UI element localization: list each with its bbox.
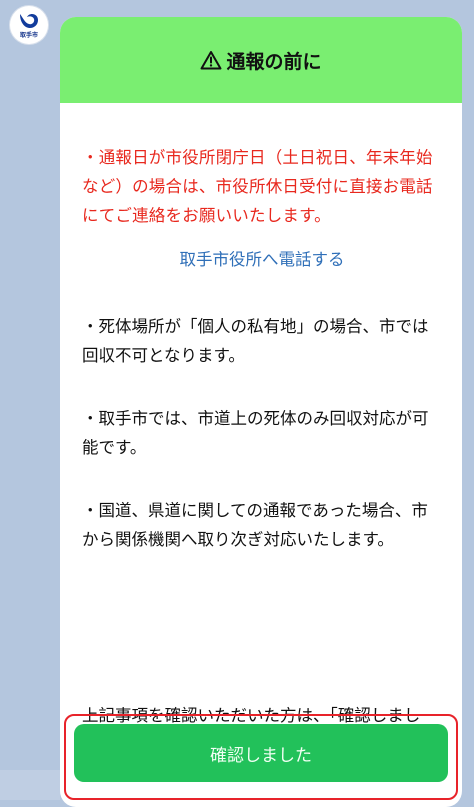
warning-triangle-icon <box>200 51 222 70</box>
info-item-national-prefectural-roads: ・国道、県道に関しての通報であった場合、市から関係機関へ取り次ぎ対応いたします。 <box>82 501 428 549</box>
confirm-button-highlight: 確認しました <box>64 714 458 800</box>
avatar-label: 取手市 <box>19 32 38 39</box>
confirm-button[interactable]: 確認しました <box>74 724 448 782</box>
avatar[interactable]: 取手市 <box>10 6 48 44</box>
city-emblem-icon <box>20 14 38 28</box>
header-title: 通報の前に <box>226 50 322 73</box>
card-body: ・通報日が市役所閉庁日（土日祝日、年末年始など）の場合は、市役所休日受付に直接お… <box>82 103 442 754</box>
info-item-city-roads: ・取手市では、市道上の死体のみ回収対応が可能です。 <box>82 409 429 457</box>
background-shade <box>0 770 60 800</box>
call-city-hall-link[interactable]: 取手市役所へ電話する <box>82 248 442 272</box>
message-card: 通報の前に ・通報日が市役所閉庁日（土日祝日、年末年始など）の場合は、市役所休日… <box>60 17 462 807</box>
card-header: 通報の前に <box>60 17 462 103</box>
closed-day-notice: ・通報日が市役所閉庁日（土日祝日、年末年始など）の場合は、市役所休日受付に直接お… <box>82 148 433 225</box>
info-item-private-land: ・死体場所が「個人の私有地」の場合、市では回収不可となります。 <box>82 317 429 365</box>
